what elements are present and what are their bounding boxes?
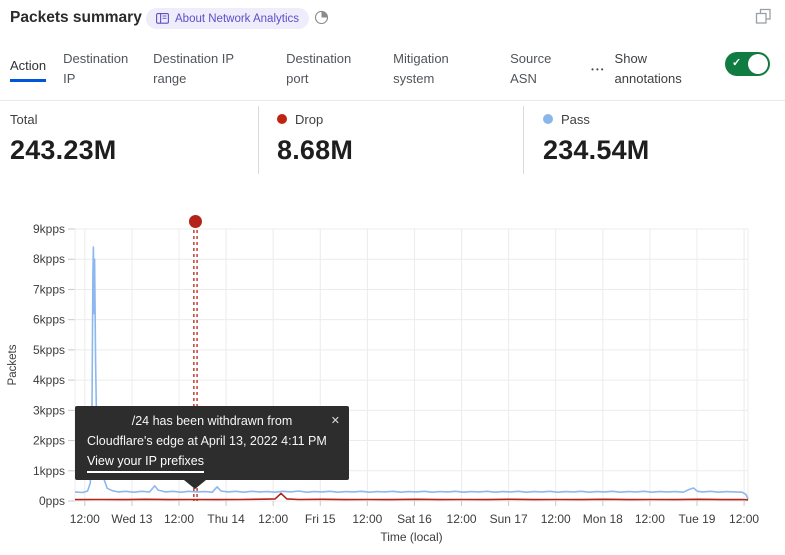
- dimension-tabs: Action Destination IP Destination IP ran…: [10, 46, 697, 92]
- x-tick-label: Sun 17: [490, 512, 528, 526]
- x-tick-label: Mon 18: [583, 512, 623, 526]
- expand-window-icon[interactable]: [755, 8, 772, 25]
- x-tick-label: 12:00: [635, 512, 665, 526]
- y-tick-label: 9kpps: [33, 222, 65, 236]
- badge-label: About Network Analytics: [175, 13, 299, 25]
- tooltip-line2: Cloudflare's edge at April 13, 2022 4:11…: [87, 431, 337, 451]
- y-axis-title: Packets: [7, 344, 19, 385]
- tooltip-line1: /24 has been withdrawn from: [87, 411, 337, 431]
- show-annotations-toggle[interactable]: ✓: [725, 52, 770, 76]
- check-icon: ✓: [732, 56, 741, 69]
- tab-source-asn[interactable]: Source ASN: [510, 49, 558, 89]
- pass-legend-dot: [543, 114, 553, 124]
- y-tick-label: 3kpps: [33, 403, 65, 417]
- page-title: Packets summary: [10, 9, 142, 27]
- stat-pass-label: Pass: [561, 112, 590, 127]
- x-tick-label: Thu 14: [207, 512, 245, 526]
- drop-line[interactable]: [75, 493, 748, 499]
- x-tick-label: 12:00: [258, 512, 288, 526]
- x-tick-label: Fri 15: [305, 512, 336, 526]
- x-tick-label: 12:00: [70, 512, 100, 526]
- more-tabs-icon[interactable]: •••: [591, 65, 605, 74]
- x-tick-label: Sat 16: [397, 512, 432, 526]
- stat-drop-value: 8.68M: [277, 135, 353, 166]
- annotation-tooltip: /24 has been withdrawn from Cloudflare's…: [75, 406, 349, 480]
- drop-legend-dot: [277, 114, 287, 124]
- tab-mitigation-system[interactable]: Mitigation system: [393, 49, 459, 89]
- tooltip-arrow: [184, 480, 206, 489]
- stat-drop: Drop 8.68M: [277, 110, 353, 166]
- y-tick-label: 5kpps: [33, 343, 65, 357]
- y-tick-label: 0pps: [39, 494, 65, 508]
- stat-pass: Pass 234.54M: [543, 110, 649, 166]
- x-tick-label: 12:00: [352, 512, 382, 526]
- book-icon: [156, 13, 169, 24]
- stat-total: Total 243.23M: [10, 110, 116, 166]
- y-tick-label: 7kpps: [33, 282, 65, 296]
- stat-divider: [258, 106, 259, 174]
- time-range-icon[interactable]: [314, 10, 329, 25]
- x-tick-label: 12:00: [541, 512, 571, 526]
- tab-action[interactable]: Action: [10, 56, 46, 82]
- y-tick-label: 4kpps: [33, 373, 65, 387]
- toggle-knob: [748, 54, 768, 74]
- stat-divider: [523, 106, 524, 174]
- x-tick-label: Tue 19: [679, 512, 716, 526]
- packets-chart[interactable]: 0pps 1kpps 2kpps 3kpps 4kpps 5kpps 6kpps 7kpps 8…: [0, 210, 785, 555]
- tab-destination-ip[interactable]: Destination IP: [63, 49, 141, 89]
- tabs-divider: [0, 100, 785, 101]
- x-tick-label: 12:00: [447, 512, 477, 526]
- view-ip-prefixes-link[interactable]: View your IP prefixes: [87, 451, 204, 473]
- y-tick-label: 1kpps: [33, 464, 65, 478]
- annotation-marker[interactable]: [189, 215, 202, 228]
- y-tick-label: 8kpps: [33, 252, 65, 266]
- x-tick-label: 12:00: [164, 512, 194, 526]
- close-icon[interactable]: ✕: [331, 411, 340, 431]
- y-tick-label: 2kpps: [33, 434, 65, 448]
- x-tick-label: 12:00: [729, 512, 759, 526]
- about-network-analytics-badge[interactable]: About Network Analytics: [146, 8, 309, 29]
- x-axis-title: Time (local): [380, 530, 442, 544]
- tab-destination-ip-range[interactable]: Destination IP range: [153, 49, 245, 89]
- x-tick-label: Wed 13: [111, 512, 152, 526]
- y-tick-label: 6kpps: [33, 313, 65, 327]
- stat-pass-value: 234.54M: [543, 135, 649, 166]
- packets-summary-panel: Packets summary About Network Analytics …: [0, 0, 785, 555]
- stat-total-value: 243.23M: [10, 135, 116, 166]
- tab-destination-port[interactable]: Destination port: [286, 49, 363, 89]
- stat-total-label: Total: [10, 112, 37, 127]
- stat-drop-label: Drop: [295, 112, 323, 127]
- show-annotations-label: Show annotations: [615, 49, 697, 89]
